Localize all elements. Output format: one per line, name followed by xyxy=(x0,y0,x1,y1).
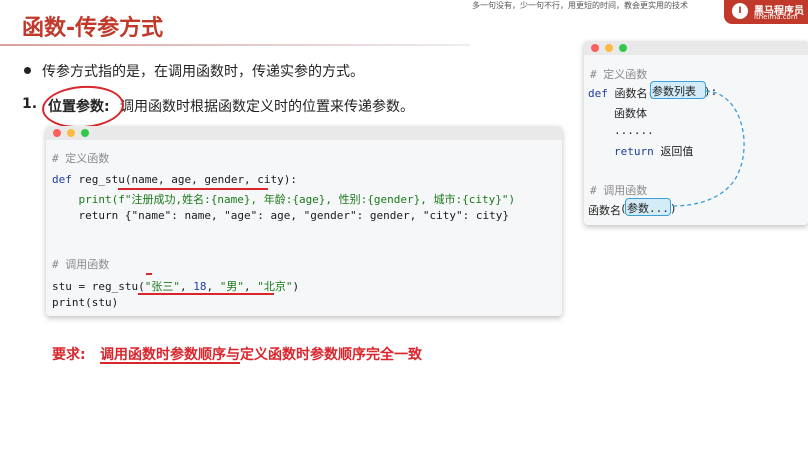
def-keyword: def xyxy=(52,173,72,186)
requirement-underline xyxy=(100,362,240,364)
side-def-colon: ): xyxy=(704,85,718,98)
minimize-dot-icon xyxy=(67,129,75,137)
side-ellipsis: ...... xyxy=(614,124,654,137)
slogan: 多一句没有，少一句不行，用更短的时间，教会更实用的技术 xyxy=(472,1,688,10)
code-print-stu: print(stu) xyxy=(52,296,119,309)
side-call-func: 函数名 xyxy=(588,204,621,217)
requirement-text: 调用函数时参数顺序与定义函数时参数顺序完全一致 xyxy=(100,347,422,363)
code-window: # 定义函数 def reg_stu(name, age, gender, ci… xyxy=(46,126,562,316)
side-call-args-label: 参数... xyxy=(627,202,669,215)
window-titlebar xyxy=(46,126,562,140)
call-sep-2: , xyxy=(206,280,220,293)
call-arg-city: "北京" xyxy=(257,280,293,293)
side-maximize-dot-icon xyxy=(619,44,627,52)
bullet-icon xyxy=(24,67,31,74)
side-call-close: ) xyxy=(670,202,677,215)
params-underline xyxy=(118,188,268,190)
title-divider xyxy=(0,44,470,46)
code-call-line: stu = reg_stu("张三", 18, "男", "北京") xyxy=(52,278,299,294)
side-def-keyword: def xyxy=(588,87,608,100)
side-def-line: def 函数名( xyxy=(588,85,654,101)
side-param-list-label: 参数列表 xyxy=(652,85,696,98)
side-return-keyword: return xyxy=(614,145,654,158)
brand-logo: I 黑马程序员 itheima.com xyxy=(724,0,808,24)
call-arg-gender: "男" xyxy=(219,280,244,293)
args-tick xyxy=(146,273,152,275)
call-sep-3: , xyxy=(243,280,258,293)
call-arg-name: "张三" xyxy=(144,280,180,293)
side-body: 函数体 xyxy=(614,107,647,120)
point-number: 1. xyxy=(22,96,38,112)
side-param-list: 参数列表 xyxy=(650,81,706,99)
logo-url: itheima.com xyxy=(754,13,798,21)
side-call-args: 参数... xyxy=(625,198,671,216)
point-description: 调用函数时根据函数定义时的位置来传递参数。 xyxy=(120,99,414,115)
side-comment-call: # 调用函数 xyxy=(590,184,648,197)
code-comment-define: # 定义函数 xyxy=(52,152,110,165)
logo-icon: I xyxy=(732,3,748,19)
page-title: 函数-传参方式 xyxy=(22,16,164,41)
code-return-line: return {"name": name, "age": age, "gende… xyxy=(52,209,509,222)
side-close-dot-icon xyxy=(591,44,599,52)
side-func-name: 函数名 xyxy=(614,87,648,100)
code-print-line: print(f"注册成功,姓名:{name}, 年龄:{age}, 性别:{ge… xyxy=(52,193,516,206)
close-dot-icon xyxy=(53,129,61,137)
side-comment-define: # 定义函数 xyxy=(590,68,648,81)
def-signature: reg_stu(name, age, gender, city): xyxy=(71,173,298,186)
call-prefix: stu = reg_stu( xyxy=(52,280,145,293)
side-return-value: 返回值 xyxy=(660,145,694,158)
bullet-text: 传参方式指的是，在调用函数时，传递实参的方式。 xyxy=(42,64,364,80)
code-def-line: def reg_stu(name, age, gender, city): xyxy=(52,173,297,186)
call-sep-1: , xyxy=(179,280,194,293)
annotation-circle xyxy=(40,83,126,131)
call-suffix: ) xyxy=(292,280,300,293)
maximize-dot-icon xyxy=(81,129,89,137)
code-comment-call: # 调用函数 xyxy=(52,258,110,271)
side-minimize-dot-icon xyxy=(605,44,613,52)
args-underline xyxy=(138,293,274,295)
side-window-titlebar xyxy=(584,41,808,55)
call-arg-age: 18 xyxy=(193,280,207,293)
side-return-line: return 返回值 xyxy=(614,143,693,159)
requirement-label: 要求: xyxy=(52,347,86,363)
side-code-window: # 定义函数 def 函数名( 参数列表 ): 函数体 ...... retur… xyxy=(584,41,808,225)
